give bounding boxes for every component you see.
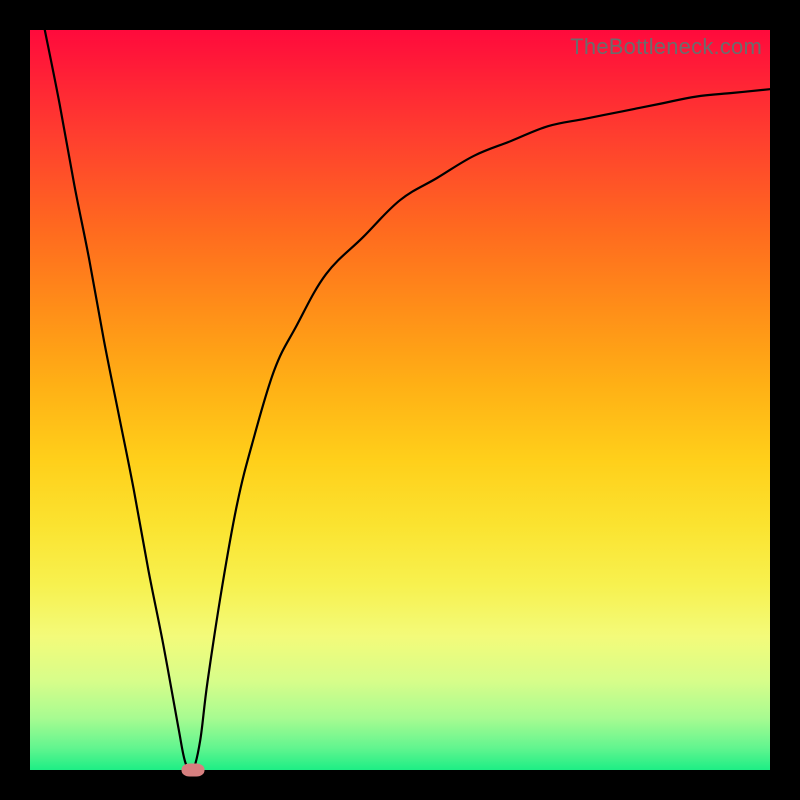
bottleneck-curve	[30, 30, 770, 770]
chart-frame: TheBottleneck.com	[0, 0, 800, 800]
minimum-marker	[181, 764, 204, 777]
plot-area: TheBottleneck.com	[30, 30, 770, 770]
